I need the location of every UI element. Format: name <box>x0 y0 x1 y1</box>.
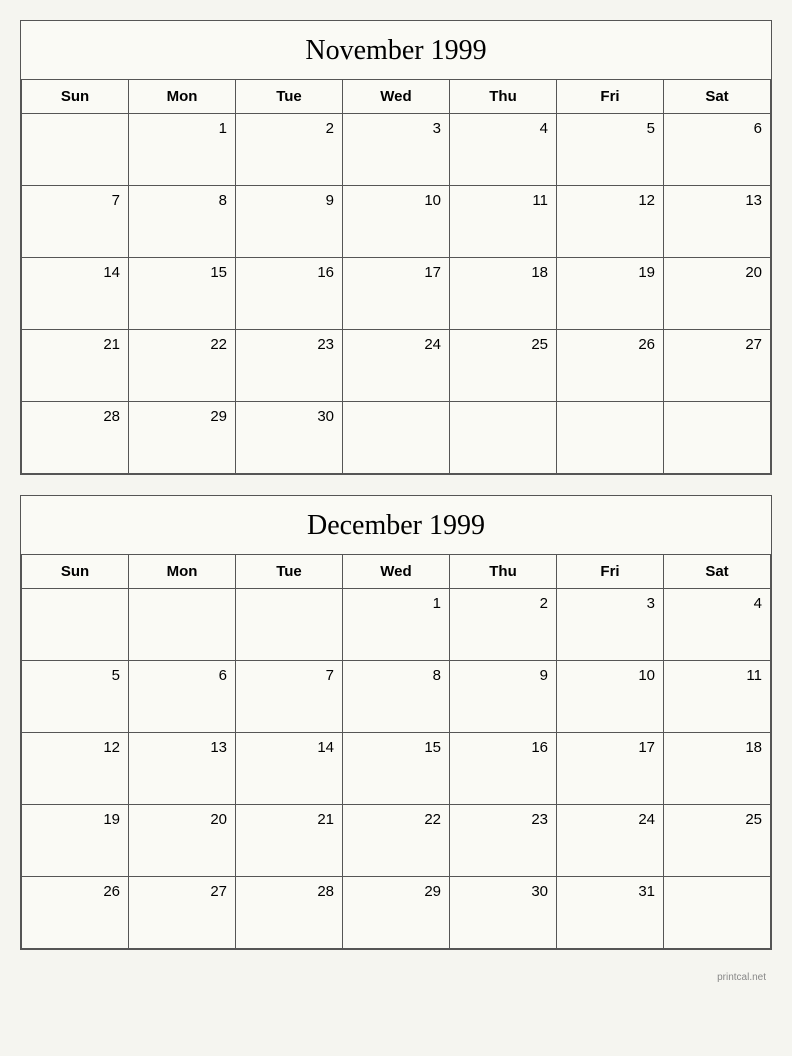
table-row: 6 <box>664 114 771 186</box>
november-grid: Sun Mon Tue Wed Thu Fri Sat 1 2 3 4 5 6 … <box>21 80 771 474</box>
table-row: 1 <box>129 114 236 186</box>
table-row <box>664 877 771 949</box>
table-row <box>664 402 771 474</box>
table-row: 25 <box>450 330 557 402</box>
dec-header-wed: Wed <box>343 555 450 589</box>
nov-header-thu: Thu <box>450 80 557 114</box>
table-row: 11 <box>450 186 557 258</box>
table-row <box>557 402 664 474</box>
table-row: 12 <box>557 186 664 258</box>
table-row: 29 <box>129 402 236 474</box>
table-row: 10 <box>557 661 664 733</box>
december-title: December 1999 <box>21 496 771 555</box>
table-row: 14 <box>236 733 343 805</box>
table-row: 4 <box>664 589 771 661</box>
watermark: printcal.net <box>20 970 772 985</box>
table-row: 2 <box>236 114 343 186</box>
table-row: 8 <box>343 661 450 733</box>
dec-header-thu: Thu <box>450 555 557 589</box>
table-row: 26 <box>557 330 664 402</box>
november-calendar: November 1999 Sun Mon Tue Wed Thu Fri Sa… <box>20 20 772 475</box>
table-row: 3 <box>557 589 664 661</box>
dec-header-mon: Mon <box>129 555 236 589</box>
table-row: 17 <box>343 258 450 330</box>
december-grid: Sun Mon Tue Wed Thu Fri Sat 1 2 3 4 5 6 … <box>21 555 771 949</box>
table-row: 16 <box>236 258 343 330</box>
table-row: 23 <box>450 805 557 877</box>
table-row: 7 <box>236 661 343 733</box>
table-row: 11 <box>664 661 771 733</box>
table-row: 19 <box>557 258 664 330</box>
dec-header-tue: Tue <box>236 555 343 589</box>
nov-header-mon: Mon <box>129 80 236 114</box>
table-row: 25 <box>664 805 771 877</box>
table-row: 5 <box>557 114 664 186</box>
table-row: 12 <box>22 733 129 805</box>
december-calendar: December 1999 Sun Mon Tue Wed Thu Fri Sa… <box>20 495 772 950</box>
table-row: 2 <box>450 589 557 661</box>
table-row: 21 <box>22 330 129 402</box>
november-title: November 1999 <box>21 21 771 80</box>
table-row: 3 <box>343 114 450 186</box>
table-row: 14 <box>22 258 129 330</box>
nov-header-tue: Tue <box>236 80 343 114</box>
table-row: 23 <box>236 330 343 402</box>
table-row: 30 <box>236 402 343 474</box>
table-row: 20 <box>664 258 771 330</box>
table-row <box>22 589 129 661</box>
table-row: 27 <box>664 330 771 402</box>
table-row <box>236 589 343 661</box>
table-row: 18 <box>450 258 557 330</box>
table-row: 28 <box>236 877 343 949</box>
table-row <box>129 589 236 661</box>
table-row: 10 <box>343 186 450 258</box>
table-row <box>343 402 450 474</box>
table-row: 6 <box>129 661 236 733</box>
nov-header-wed: Wed <box>343 80 450 114</box>
table-row: 22 <box>343 805 450 877</box>
table-row: 4 <box>450 114 557 186</box>
table-row: 27 <box>129 877 236 949</box>
nov-header-fri: Fri <box>557 80 664 114</box>
table-row: 16 <box>450 733 557 805</box>
table-row: 9 <box>450 661 557 733</box>
table-row: 22 <box>129 330 236 402</box>
table-row: 9 <box>236 186 343 258</box>
table-row: 26 <box>22 877 129 949</box>
table-row: 20 <box>129 805 236 877</box>
dec-header-sat: Sat <box>664 555 771 589</box>
dec-header-fri: Fri <box>557 555 664 589</box>
table-row: 30 <box>450 877 557 949</box>
table-row: 8 <box>129 186 236 258</box>
table-row: 24 <box>343 330 450 402</box>
table-row: 13 <box>664 186 771 258</box>
table-row: 29 <box>343 877 450 949</box>
table-row: 28 <box>22 402 129 474</box>
table-row: 18 <box>664 733 771 805</box>
table-row <box>450 402 557 474</box>
table-row: 15 <box>343 733 450 805</box>
calendar-container: November 1999 Sun Mon Tue Wed Thu Fri Sa… <box>20 20 772 985</box>
nov-header-sat: Sat <box>664 80 771 114</box>
table-row: 1 <box>343 589 450 661</box>
nov-header-sun: Sun <box>22 80 129 114</box>
table-row: 31 <box>557 877 664 949</box>
dec-header-sun: Sun <box>22 555 129 589</box>
table-row: 5 <box>22 661 129 733</box>
table-row: 21 <box>236 805 343 877</box>
table-row: 24 <box>557 805 664 877</box>
table-row: 17 <box>557 733 664 805</box>
table-row: 15 <box>129 258 236 330</box>
table-row: 7 <box>22 186 129 258</box>
table-row <box>22 114 129 186</box>
table-row: 19 <box>22 805 129 877</box>
table-row: 13 <box>129 733 236 805</box>
